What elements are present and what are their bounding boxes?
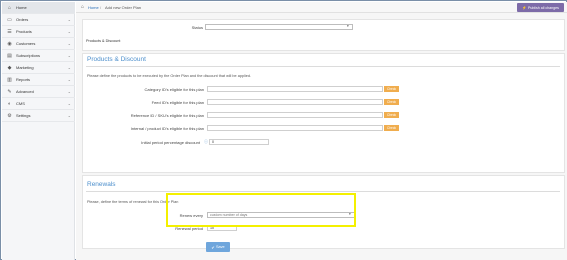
section-divider (86, 191, 560, 192)
sidebar-item-reports[interactable]: ▥ Reports ⌄ (2, 74, 75, 86)
users-icon: ◉ (7, 40, 12, 47)
sidebar-item-orders[interactable]: ▭ Orders ⌄ (2, 14, 75, 26)
sidebar-item-settings[interactable]: ⚙ Settings ⌄ (2, 110, 75, 122)
status-select[interactable] (205, 24, 353, 30)
status-label: Status (191, 25, 203, 30)
breadcrumb-separator: / (100, 5, 102, 10)
sidebar-item-label: Reports (16, 77, 31, 82)
gear-icon: ⚙ (7, 112, 12, 119)
check-icon: ✔ (211, 245, 215, 250)
chevron-down-icon: ⌄ (67, 113, 71, 118)
sidebar-item-label: Subscriptions (16, 53, 41, 58)
chevron-down-icon: ⌄ (67, 53, 71, 58)
products-discount-subheading: Products & Discount (86, 39, 121, 43)
discount-label: Initial period percentage discount (141, 140, 200, 145)
products-discount-panel: Products & Discount Please define the pr… (82, 53, 565, 173)
feed-ids-label: Feed ID's eligible for this plan (151, 100, 204, 105)
sidebar-item-marketing[interactable]: ◆ Marketing ⌄ (2, 62, 75, 74)
chevron-down-icon: ⌄ (67, 101, 71, 106)
check-category-button[interactable]: Check (384, 86, 399, 92)
wrench-icon: ✎ (7, 88, 12, 95)
chart-icon: ▥ (7, 76, 12, 83)
sidebar-item-label: Orders (16, 17, 29, 22)
renewal-highlight-box (166, 193, 356, 227)
save-button[interactable]: ✔ Save (206, 242, 230, 252)
chevron-down-icon: ⌄ (67, 41, 71, 46)
bolt-icon: ⚡ (522, 5, 527, 10)
sidebar-item-label: Home (16, 5, 27, 10)
sidebar-item-label: Marketing (16, 65, 34, 70)
breadcrumb-current: Add new Order Plan (105, 5, 142, 10)
app-window: ⌂ Home ▭ Orders ⌄ ☰ Products ⌄ ◉ Custome… (0, 0, 567, 260)
sidebar-item-label: CMS (16, 101, 25, 106)
sidebar-item-label: Advanced (16, 89, 34, 94)
list-icon: ☰ (7, 28, 12, 35)
products-discount-description: Please define the products to be execute… (87, 74, 252, 78)
sidebar-item-cms[interactable]: ◐ CMS ⌄ (2, 98, 75, 110)
sidebar-item-products[interactable]: ☰ Products ⌄ (2, 26, 75, 38)
feed-ids-input[interactable] (207, 99, 383, 105)
breadcrumb-home[interactable]: Home (88, 5, 99, 10)
section-divider (86, 66, 560, 67)
sidebar-item-label: Customers (16, 41, 36, 46)
save-button-label: Save (216, 245, 225, 249)
renewals-heading: Renewals (87, 181, 116, 188)
check-internal-button[interactable]: Check (384, 125, 399, 131)
discount-input[interactable]: 0 (209, 139, 269, 145)
sidebar-item-label: Products (16, 29, 32, 34)
publish-all-changes-button[interactable]: ⚡ Publish all changes (517, 3, 564, 12)
sidebar-item-label: Settings (16, 113, 31, 118)
sidebar-item-home[interactable]: ⌂ Home (2, 2, 75, 14)
tag-icon: ◆ (7, 64, 12, 71)
reference-ids-label: Reference ID / SKU's eligible for this p… (130, 113, 204, 118)
sidebar-item-advanced[interactable]: ✎ Advanced ⌄ (2, 86, 75, 98)
info-icon[interactable]: ⓘ (204, 139, 208, 145)
chevron-down-icon: ⌄ (67, 65, 71, 70)
sidebar-item-subscriptions[interactable]: ▤ Subscriptions ⌄ (2, 50, 75, 62)
chevron-down-icon: ⌄ (67, 17, 71, 22)
publish-button-label: Publish all changes (528, 5, 559, 10)
check-reference-button[interactable]: Check (384, 112, 399, 118)
category-ids-label: Category ID's eligible for this plan (144, 87, 204, 92)
check-feed-button[interactable]: Check (384, 99, 399, 105)
category-ids-input[interactable] (207, 86, 383, 92)
subscriptions-icon: ▤ (7, 52, 12, 59)
sidebar-item-customers[interactable]: ◉ Customers ⌄ (2, 38, 75, 50)
chevron-down-icon: ⌄ (67, 29, 71, 34)
home-icon: ⌂ (7, 4, 12, 11)
reference-ids-input[interactable] (207, 112, 383, 118)
sidebar: ⌂ Home ▭ Orders ⌄ ☰ Products ⌄ ◉ Custome… (2, 2, 75, 260)
cms-icon: ◐ (7, 100, 12, 107)
home-icon[interactable]: ⌂ (81, 4, 84, 10)
renewals-description: Please, define the terms of renewal for … (87, 200, 179, 204)
chevron-down-icon: ▾ (347, 24, 349, 28)
cart-icon: ▭ (7, 16, 12, 23)
chevron-down-icon: ⌄ (67, 89, 71, 94)
products-discount-heading: Products & Discount (87, 56, 146, 63)
internal-ids-input[interactable] (207, 125, 383, 131)
internal-ids-label: Internal / product ID's eligible for thi… (130, 126, 204, 131)
top-bar: ⌂ Home / Add new Order Plan ⚡ Publish al… (76, 2, 567, 13)
chevron-down-icon: ⌄ (67, 77, 71, 82)
status-panel: Status ▾ Products & Discount (82, 19, 565, 51)
